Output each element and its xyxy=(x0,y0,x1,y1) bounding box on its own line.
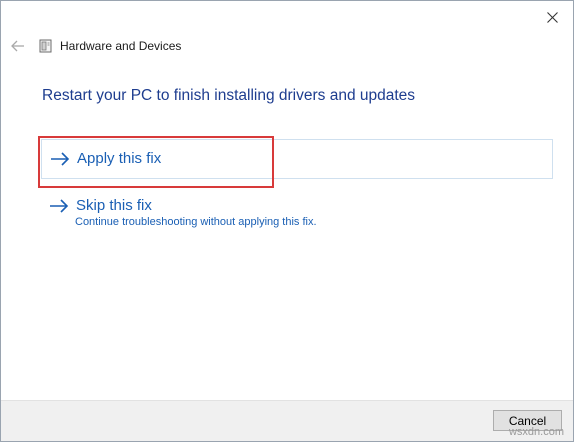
close-button[interactable] xyxy=(541,7,563,27)
arrow-right-icon xyxy=(49,198,69,214)
dialog-header: Hardware and Devices xyxy=(39,38,181,54)
dialog-window: Hardware and Devices Restart your PC to … xyxy=(0,0,574,442)
page-instruction: Restart your PC to finish installing dri… xyxy=(42,87,416,104)
back-arrow-icon xyxy=(11,40,24,52)
close-icon xyxy=(546,11,558,23)
hardware-devices-icon xyxy=(39,39,53,53)
apply-fix-option[interactable]: Apply this fix xyxy=(41,139,553,179)
skip-fix-option[interactable]: Skip this fix Continue troubleshooting w… xyxy=(41,195,553,239)
skip-fix-title: Skip this fix xyxy=(76,197,152,214)
window-title: Hardware and Devices xyxy=(60,39,182,53)
skip-fix-description: Continue troubleshooting without applyin… xyxy=(75,216,317,228)
watermark: wsxdn.com xyxy=(508,426,564,438)
arrow-right-icon xyxy=(50,151,70,167)
dialog-footer: Cancel wsxdn.com xyxy=(1,400,573,441)
apply-fix-title: Apply this fix xyxy=(77,150,162,167)
back-button[interactable] xyxy=(9,37,27,55)
